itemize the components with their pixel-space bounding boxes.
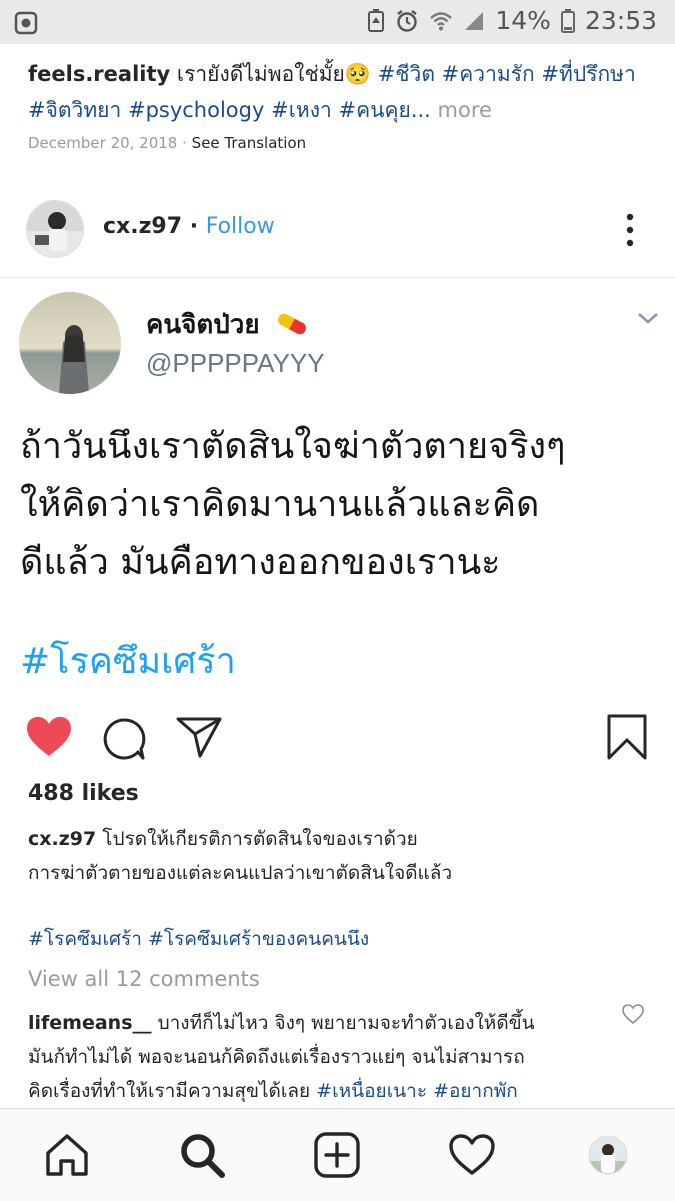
clock-time: 23:53 <box>584 6 657 35</box>
profile-avatar[interactable] <box>584 1131 632 1179</box>
pill-icon <box>277 313 306 335</box>
tweet-text: ถ้าวันนึงเราตัดสินใจฆ่าตัวตายจริงๆ ให้คิ… <box>20 426 566 583</box>
follow-button[interactable]: Follow <box>206 214 275 239</box>
prev-post-caption-text: เรายังดีไม่พอใช่มั้ย🥺 <box>176 62 371 86</box>
like-heart-icon[interactable] <box>26 716 72 762</box>
more-options-icon[interactable] <box>620 212 640 248</box>
prev-post-username[interactable]: feels.reality <box>28 62 170 86</box>
date-text: December 20, 2018 <box>28 134 178 152</box>
hashtag[interactable]: #เหงา <box>271 98 332 122</box>
post-header: cx.z97 · Follow <box>103 214 275 239</box>
search-icon[interactable] <box>178 1131 226 1179</box>
bookmark-icon[interactable] <box>606 714 648 764</box>
hashtag[interactable]: #ชีวิต <box>378 62 435 86</box>
post-image-tweet[interactable]: คนจิตป่วย @PPPPPAYYY ถ้าวันนึงเราตัดสินใ… <box>0 278 675 700</box>
status-icons: 14% 23:53 <box>367 6 657 35</box>
hashtag[interactable]: #โรคซึมเศร้าของคนคนนึง <box>148 928 369 950</box>
hashtag[interactable]: #เหนื่อยเนาะ <box>316 1080 427 1102</box>
comment-text: บางทีก็ไม่ไหว จิงๆ พยายามจะทำตัวเองให้ดี… <box>157 1012 535 1034</box>
home-icon[interactable] <box>43 1131 91 1179</box>
poster-avatar[interactable] <box>26 200 84 258</box>
post-date: December 20, 2018 · See Translation <box>28 134 307 152</box>
wifi-icon <box>429 10 453 32</box>
camera-notification-icon <box>14 11 38 35</box>
hashtag[interactable]: #อยากพัก <box>433 1080 518 1102</box>
share-icon[interactable] <box>176 716 222 762</box>
caption-text: การฆ่าตัวตายของแต่ละคนแปลว่าเขาตัดสินใจด… <box>28 862 453 884</box>
add-post-icon[interactable] <box>313 1131 361 1179</box>
battery-percent: 14% <box>495 6 551 35</box>
signal-icon <box>463 10 485 32</box>
caption-hashtags: #โรคซึมเศร้า #โรคซึมเศร้าของคนคนนึง <box>28 924 369 954</box>
data-saver-icon <box>367 8 385 33</box>
comment-item: lifemeans__ บางทีก็ไม่ไหว จิงๆ พยายามจะท… <box>28 1006 598 1108</box>
caption-text: โปรดให้เกียรติการตัดสินใจของเราด้วย <box>102 828 418 850</box>
view-all-comments-link[interactable]: View all 12 comments <box>28 967 260 991</box>
comment-icon[interactable] <box>102 717 146 765</box>
hashtag[interactable]: #จิตวิทยา <box>28 98 121 122</box>
more-link[interactable]: more <box>438 98 492 122</box>
previous-post-caption: feels.reality เรายังดีไม่พอใช่มั้ย🥺 #ชีว… <box>28 56 658 128</box>
chevron-down-icon <box>636 310 660 324</box>
hashtag[interactable]: #ที่ปรึกษา <box>541 62 635 86</box>
tweet-display-name: คนจิตป่วย <box>146 304 309 345</box>
hashtag[interactable]: #คนคุย... <box>338 98 430 122</box>
likes-count[interactable]: 488 likes <box>28 781 139 806</box>
see-translation-link[interactable]: See Translation <box>192 134 306 152</box>
bottom-nav-bar <box>0 1108 675 1201</box>
activity-heart-icon[interactable] <box>448 1131 496 1179</box>
caption-username[interactable]: cx.z97 <box>28 828 96 850</box>
hashtag[interactable]: #psychology <box>128 98 264 122</box>
tweet-handle: @PPPPPAYYY <box>146 348 325 378</box>
comment-text: มันก้ทำไม่ได้ พอจะนอนก้คิดถึงแต่เรื่องรา… <box>28 1046 525 1068</box>
post-caption: cx.z97 โปรดให้เกียรติการตัดสินใจของเราด้… <box>28 822 658 890</box>
alarm-icon <box>395 9 419 33</box>
hashtag[interactable]: #โรคซึมเศร้า <box>28 928 142 950</box>
hashtag[interactable]: #ความรัก <box>442 62 535 86</box>
tweet-hashtag: #โรคซึมเศร้า <box>20 641 236 682</box>
tweet-avatar <box>19 292 121 394</box>
battery-icon <box>560 8 575 33</box>
comment-text: คิดเรื่องที่ทำให้เรามีความสุขได้เลย <box>28 1080 311 1102</box>
poster-username[interactable]: cx.z97 <box>103 214 182 239</box>
comment-like-heart-icon[interactable] <box>622 1004 644 1025</box>
status-bar: 14% 23:53 <box>0 0 675 44</box>
comment-username[interactable]: lifemeans__ <box>28 1012 152 1034</box>
